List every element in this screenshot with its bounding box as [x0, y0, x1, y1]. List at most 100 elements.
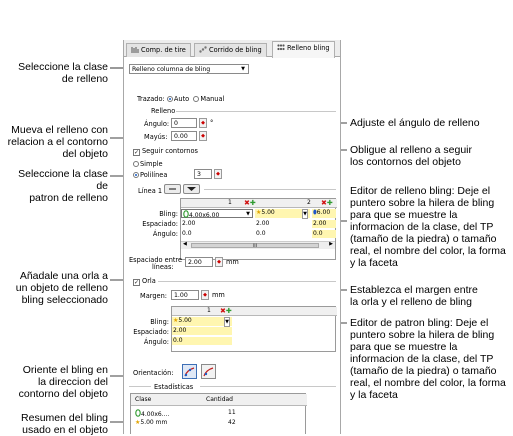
- fill-cell-spacing[interactable]: 2.00: [181, 220, 253, 228]
- chevron-down-icon: ▼: [224, 317, 230, 327]
- pattern-simple-row: Simple: [133, 160, 163, 168]
- layout-auto-label: Auto: [173, 95, 190, 103]
- swell-spin-button[interactable]: ◆: [199, 131, 207, 141]
- callout-text: Adjuste el ángulo de relleno: [350, 117, 480, 129]
- layout-manual-label: Manual: [200, 95, 225, 103]
- fill-cell-angle[interactable]: 0.0: [312, 230, 336, 238]
- callout-pattern-editor: Editor de patron bling: Deje el puntero …: [350, 317, 510, 401]
- angle-value: 0: [174, 120, 178, 127]
- line-count-input[interactable]: 3: [194, 169, 212, 179]
- outline-checkbox[interactable]: ✓: [133, 279, 140, 286]
- fill-editor-scrollbar[interactable]: ◀ III ▶: [181, 241, 335, 249]
- callout-orientation: Oriente el bling en la direccion del con…: [4, 364, 108, 400]
- tab-label: Comp. de tire: [141, 46, 186, 54]
- stats-divider-right: [200, 386, 336, 387]
- line-spacing-spin-button[interactable]: ◆: [215, 257, 223, 267]
- pattern-cell-value: 5.00: [178, 317, 192, 324]
- tab-bling-run[interactable]: Corrido de bling: [194, 43, 267, 57]
- fill-cell-angle[interactable]: 0.0: [255, 230, 310, 238]
- stats-table[interactable]: Clase Cantidad 4.00x6.... 11 ★5.00 mm 42: [130, 393, 307, 434]
- fill-cell-bling[interactable]: ★5.00 ▼: [255, 209, 310, 219]
- delete-column-icon[interactable]: ✖✚: [244, 199, 256, 207]
- callout-follow-contours: Obligue al relleno a seguir los contorno…: [350, 144, 510, 168]
- margin-unit: mm: [212, 291, 225, 299]
- bling-fill-panel: Comp. de tire Corrido de bling Relleno b…: [123, 40, 341, 434]
- pattern-cell-spacing[interactable]: 2.00: [172, 327, 232, 335]
- pattern-polyline-radio[interactable]: [133, 172, 139, 178]
- layout-manual-radio[interactable]: [193, 96, 200, 102]
- fill-row-label-angle: Ángulo:: [152, 230, 178, 238]
- pattern-simple-label: Simple: [140, 160, 163, 168]
- angle-input[interactable]: 0: [171, 118, 197, 128]
- callout-margin: Establezca el margen entre la orla y el …: [350, 284, 510, 308]
- fill-editor-col-header: 2: [307, 199, 311, 206]
- fill-cell-angle[interactable]: 0.0: [181, 230, 253, 238]
- fill-cell-bling[interactable]: ⬮6.00: [312, 209, 336, 218]
- line-label: Línea 1: [138, 187, 163, 195]
- fill-cell-value: 4.00x6.00: [189, 212, 220, 219]
- line-dropdown-button[interactable]: [183, 184, 200, 194]
- orientation-follow-button[interactable]: [182, 364, 197, 379]
- line-prev-button[interactable]: [164, 184, 181, 194]
- chevron-down-icon: ▼: [241, 66, 245, 72]
- delete-column-icon[interactable]: ✖✚: [321, 199, 333, 207]
- fill-row-label-bling: Bling:: [159, 210, 178, 218]
- outline-row: ✓ Orla: [133, 277, 156, 286]
- chevron-down-icon: ▼: [246, 211, 250, 217]
- callout-pattern-type: Seleccione la clase de patron de relleno: [4, 168, 108, 204]
- scroll-right-icon[interactable]: ▶: [329, 241, 333, 247]
- callout-text: Seleccione la clase de relleno: [18, 61, 108, 85]
- fill-cell-spacing[interactable]: 2.00: [312, 220, 336, 228]
- orientation-label: Orientación:: [133, 369, 174, 377]
- tab-bling-fill[interactable]: Relleno bling: [272, 41, 335, 58]
- fill-cell-value: 5.00: [261, 209, 275, 216]
- stats-class: 5.00 mm: [140, 419, 168, 426]
- follow-contours-label: Seguir contornos: [142, 147, 198, 155]
- scrollbar-thumb[interactable]: III: [191, 243, 319, 248]
- orient-follow-icon: [184, 367, 195, 377]
- callout-text: Obligue al relleno a seguir los contorno…: [350, 144, 472, 168]
- line-spacing-value: 2.00: [188, 259, 202, 266]
- follow-contours-row: ✓ Seguir contornos: [133, 147, 198, 156]
- fill-row-label-spacing: Espaciado:: [142, 220, 178, 228]
- fill-cell-spacing[interactable]: 2.00: [255, 220, 310, 228]
- line-count-spin-button[interactable]: ◆: [214, 169, 222, 179]
- tab-bar: Comp. de tire Corrido de bling Relleno b…: [124, 40, 340, 58]
- delete-column-icon[interactable]: ✖✚: [220, 307, 232, 315]
- callout-text: Resumen del bling usado en el objeto: [21, 412, 108, 436]
- pattern-cell-bling[interactable]: ★5.00 ▼: [172, 317, 232, 327]
- stats-quantity: 11: [228, 409, 236, 416]
- line-spacing-label-2: líneas:: [152, 263, 174, 271]
- tab-pull-comp[interactable]: Comp. de tire: [126, 43, 191, 57]
- orient-fixed-icon: [203, 367, 214, 377]
- margin-input[interactable]: 1.00: [171, 290, 199, 300]
- fill-editor-grid[interactable]: 1 ✖✚ 2 ✖✚ 4.00x6.00 ▼ ★5.00 ▼ ⬮6.00 2.00 2…: [180, 198, 337, 260]
- follow-contours-checkbox[interactable]: ✓: [133, 149, 140, 156]
- pattern-cell-angle[interactable]: 0.0: [172, 337, 232, 345]
- pattern-simple-radio[interactable]: [133, 161, 139, 167]
- swell-value: 0.00: [174, 133, 188, 140]
- pattern-row-label-angle: Ángulo:: [143, 338, 169, 346]
- margin-spin-button[interactable]: ◆: [201, 290, 209, 300]
- layout-auto-radio[interactable]: [166, 96, 173, 102]
- stats-title: Estadísticas: [154, 383, 194, 391]
- fill-cell-bling[interactable]: 4.00x6.00 ▼: [181, 209, 253, 219]
- stats-row: ★5.00 mm: [134, 419, 167, 427]
- angle-label: Ángulo:: [144, 120, 170, 128]
- pattern-editor-grid[interactable]: 1 ✖✚ ★5.00 ▼ 2.00 0.0: [171, 306, 337, 352]
- callout-text: Mueva el relleno con relacion a el conto…: [7, 124, 108, 160]
- angle-spin-button[interactable]: ◆: [199, 118, 207, 128]
- stats-divider-left: [129, 386, 151, 387]
- fill-editor-header: [181, 199, 337, 208]
- callout-stats: Resumen del bling usado en el objeto: [4, 412, 108, 436]
- stats-row: 4.00x6....: [134, 409, 169, 419]
- line-count-value: 3: [197, 171, 201, 178]
- callout-text: Establezca el margen entre la orla y el …: [350, 284, 478, 308]
- orientation-fixed-button[interactable]: [201, 364, 216, 379]
- swell-label: Mayús:: [144, 133, 168, 141]
- swell-input[interactable]: 0.00: [171, 131, 197, 141]
- line-spacing-input[interactable]: 2.00: [185, 257, 213, 267]
- tab-label: Relleno bling: [287, 44, 330, 52]
- fill-type-select[interactable]: Relleno columna de bling ▼: [129, 64, 249, 74]
- scroll-left-icon[interactable]: ◀: [183, 241, 187, 247]
